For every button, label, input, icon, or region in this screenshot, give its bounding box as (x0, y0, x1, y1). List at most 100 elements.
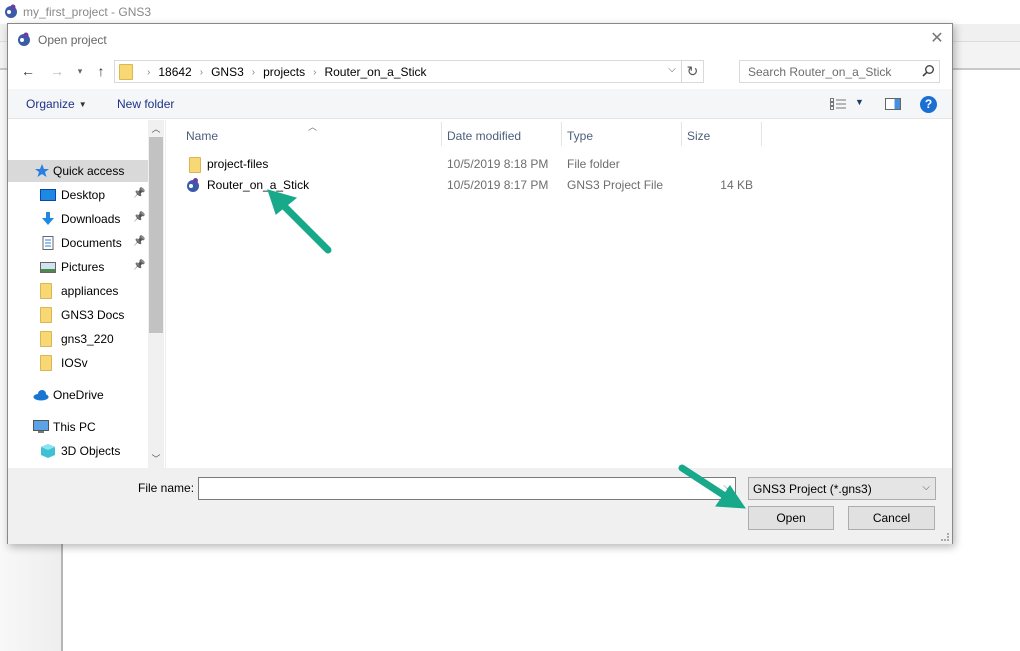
column-header-date[interactable]: Date modified (447, 129, 521, 143)
sort-ascending-icon: ︿ (308, 122, 318, 132)
help-icon[interactable]: ? (920, 96, 937, 113)
cloud-icon (33, 390, 49, 401)
close-icon: ✕ (930, 30, 944, 47)
pin-icon[interactable]: 📌 (133, 236, 145, 247)
pictures-icon (40, 262, 56, 273)
sidebar-item-pictures[interactable]: Pictures 📌 (8, 256, 148, 278)
pin-icon[interactable]: 📌 (133, 260, 145, 271)
sidebar-item-gns3-220[interactable]: gns3_220 (8, 328, 148, 350)
sidebar-item-label: This PC (53, 420, 96, 434)
file-name: Router_on_a_Stick (207, 178, 310, 192)
chevron-down-icon: ⌵ (922, 482, 930, 493)
breadcrumb-item[interactable]: 18642 (158, 65, 191, 79)
breadcrumb-separator[interactable]: › (200, 67, 203, 78)
organize-label: Organize (26, 97, 75, 111)
navigation-pane-scrollbar[interactable]: ︿ ﹀ (148, 120, 164, 468)
new-folder-button[interactable]: New folder (117, 97, 174, 111)
sidebar-item-downloads[interactable]: Downloads 📌 (8, 208, 148, 230)
chevron-down-icon[interactable]: ⌵ (723, 481, 731, 492)
file-date: 10/5/2019 8:18 PM (447, 157, 549, 171)
forward-button[interactable]: → (48, 62, 66, 80)
search-icon (922, 65, 934, 77)
pin-icon[interactable]: 📌 (133, 188, 145, 199)
sidebar-item-label: Quick access (53, 164, 125, 178)
refresh-button[interactable]: ↻ (681, 61, 703, 82)
up-button[interactable]: ↑ (92, 62, 110, 80)
sidebar-item-3d-objects[interactable]: 3D Objects (8, 440, 148, 462)
sidebar-item-appliances[interactable]: appliances (8, 280, 148, 302)
file-date: 10/5/2019 8:17 PM (447, 178, 549, 192)
column-divider[interactable] (441, 122, 442, 146)
preview-pane-icon[interactable] (885, 98, 901, 110)
scroll-up-icon[interactable]: ︿ (148, 122, 164, 136)
sidebar-item-label: Pictures (61, 260, 105, 274)
sidebar-item-quick-access[interactable]: Quick access (8, 160, 148, 182)
address-dropdown-icon[interactable]: ⌵ (665, 64, 679, 75)
breadcrumb-separator[interactable]: › (313, 67, 316, 78)
back-button[interactable]: ← (19, 62, 37, 80)
breadcrumb-item[interactable]: projects (263, 65, 305, 79)
sidebar-item-desktop[interactable]: Desktop 📌 (8, 184, 148, 206)
sidebar-item-label: OneDrive (53, 388, 104, 402)
desktop-icon (40, 189, 56, 201)
column-divider[interactable] (681, 122, 682, 146)
file-list: ︿ Name Date modified Type Size project-f… (165, 120, 952, 468)
cube-icon (41, 444, 55, 458)
file-name-input[interactable]: ⌵ (198, 477, 736, 500)
folder-icon (40, 331, 52, 347)
pin-icon[interactable]: 📌 (133, 212, 145, 223)
navigation-bar: ← → ▾ ↑ › 18642 › GNS3 › projects › Rout… (8, 55, 952, 89)
dialog-title: Open project (38, 33, 107, 47)
scrollbar-thumb[interactable] (149, 137, 163, 333)
star-icon (35, 164, 49, 177)
breadcrumb: › 18642 › GNS3 › projects › Router_on_a_… (139, 65, 427, 79)
cancel-button[interactable]: Cancel (848, 506, 935, 530)
column-divider[interactable] (761, 122, 762, 146)
file-name: project-files (207, 157, 269, 171)
sidebar-item-gns3-docs[interactable]: GNS3 Docs (8, 304, 148, 326)
file-row[interactable]: Router_on_a_Stick 10/5/2019 8:17 PM GNS3… (186, 175, 786, 195)
sidebar-item-onedrive[interactable]: OneDrive (8, 384, 148, 406)
sidebar-item-label: Downloads (61, 212, 121, 226)
breadcrumb-item[interactable]: GNS3 (211, 65, 244, 79)
open-project-dialog: Open project ✕ ← → ▾ ↑ › 18642 › GNS3 › … (7, 23, 953, 544)
app-title: my_first_project - GNS3 (23, 5, 152, 19)
sidebar-item-label: appliances (61, 284, 119, 298)
breadcrumb-item[interactable]: Router_on_a_Stick (324, 65, 426, 79)
scroll-down-icon[interactable]: ﹀ (148, 452, 164, 466)
folder-icon (40, 307, 52, 323)
column-header-name[interactable]: Name (186, 129, 218, 143)
document-icon (42, 236, 54, 250)
folder-icon (189, 157, 201, 173)
file-type-filter-select[interactable]: GNS3 Project (*.gns3) ⌵ (748, 477, 936, 500)
chevron-down-icon: ▾ (77, 66, 83, 76)
breadcrumb-separator[interactable]: › (252, 67, 255, 78)
arrow-left-icon: ← (21, 63, 35, 79)
file-type: GNS3 Project File (567, 178, 664, 192)
search-input[interactable]: Search Router_on_a_Stick (739, 60, 940, 83)
breadcrumb-separator[interactable]: › (147, 67, 150, 78)
open-button[interactable]: Open (748, 506, 834, 530)
arrow-right-icon: → (50, 63, 64, 79)
recent-locations-button[interactable]: ▾ (71, 62, 89, 80)
search-placeholder: Search Router_on_a_Stick (748, 65, 892, 79)
sidebar-item-label: gns3_220 (61, 332, 114, 346)
sidebar-item-iosv[interactable]: IOSv (8, 352, 148, 374)
view-details-icon[interactable] (830, 98, 846, 110)
sidebar-item-this-pc[interactable]: This PC (8, 416, 148, 438)
navigation-pane: Quick access Desktop 📌 Downloads 📌 Documents 📌… (8, 120, 148, 468)
column-header-size[interactable]: Size (687, 129, 710, 143)
resize-grip[interactable] (941, 533, 949, 541)
view-options-caret-icon[interactable]: ▼ (855, 97, 864, 107)
folder-icon (119, 64, 133, 80)
address-bar[interactable]: › 18642 › GNS3 › projects › Router_on_a_… (114, 60, 704, 83)
command-bar: Organize ▼ New folder ▼ ? (8, 89, 952, 119)
file-row[interactable]: project-files 10/5/2019 8:18 PM File fol… (186, 154, 786, 174)
sidebar-item-documents[interactable]: Documents 📌 (8, 232, 148, 254)
column-header-type[interactable]: Type (567, 129, 593, 143)
column-divider[interactable] (561, 122, 562, 146)
close-button[interactable]: ✕ (928, 30, 946, 48)
sidebar-item-label: IOSv (61, 356, 88, 370)
file-type: File folder (567, 157, 620, 171)
organize-button[interactable]: Organize ▼ (26, 97, 87, 111)
